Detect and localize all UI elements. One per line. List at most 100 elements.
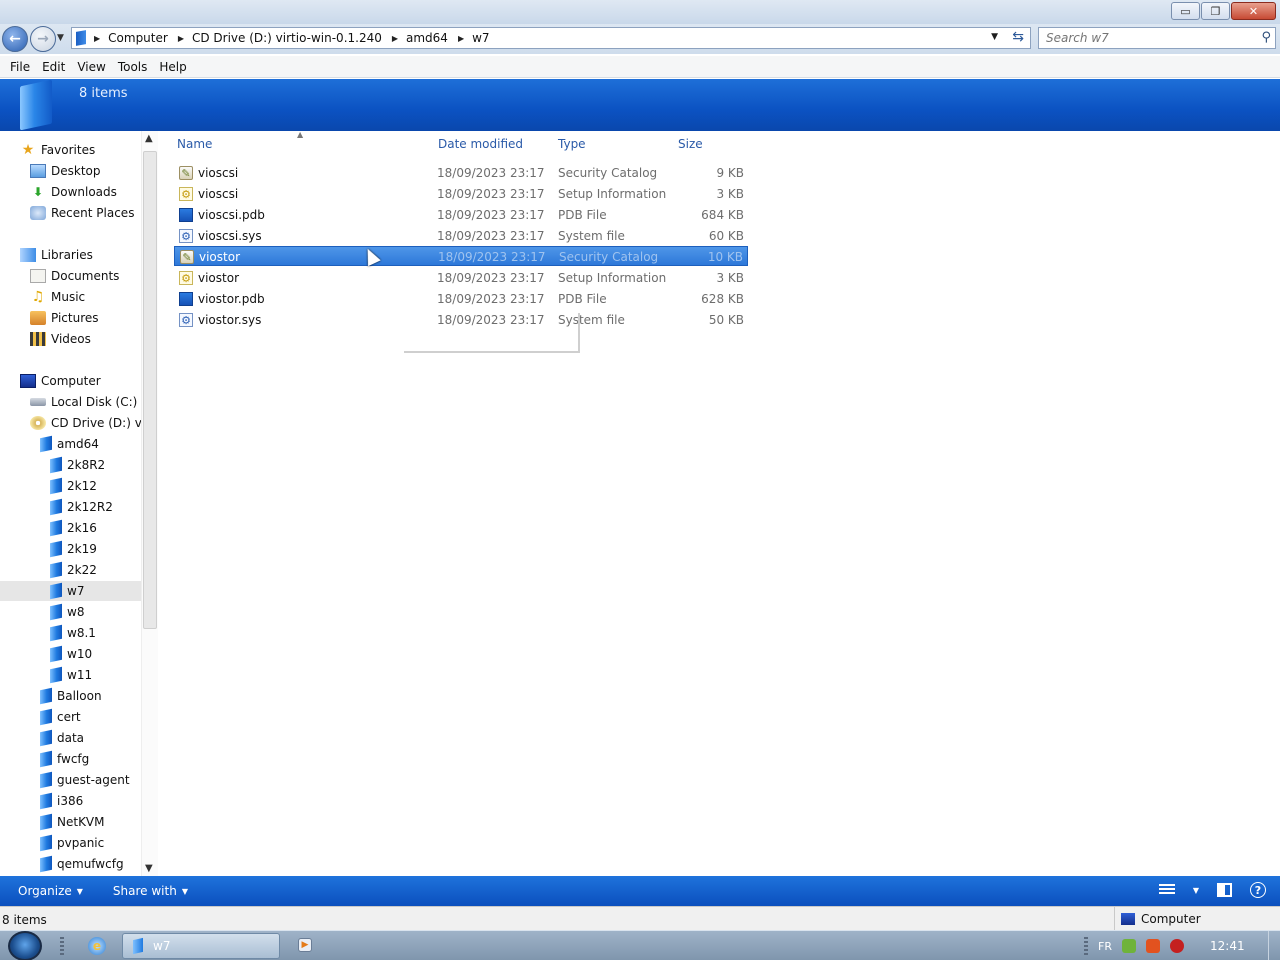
refresh-icon[interactable]: ⇆ <box>1012 29 1024 45</box>
nav-favorites[interactable]: ★ Favorites <box>20 140 96 160</box>
nav-folder-2k12r2[interactable]: 2k12R2 <box>50 497 113 517</box>
nav-desktop[interactable]: Desktop <box>30 161 101 181</box>
file-date: 18/09/2023 23:17 <box>437 229 545 243</box>
volume-icon[interactable] <box>1169 939 1184 953</box>
nav-folder-cert[interactable]: cert <box>40 707 81 727</box>
menu-help[interactable]: Help <box>153 60 192 74</box>
nav-folder-data[interactable]: data <box>40 728 84 748</box>
preview-pane-icon[interactable] <box>1217 883 1232 897</box>
catalog-icon: ✎ <box>179 166 193 180</box>
nav-folder-2k22[interactable]: 2k22 <box>50 560 97 580</box>
nav-folder-2k12[interactable]: 2k12 <box>50 476 97 496</box>
nav-label: Pictures <box>51 311 99 325</box>
nav-label: Libraries <box>41 248 93 262</box>
internet-explorer-icon[interactable]: e <box>88 937 106 955</box>
nav-folder-w8-1[interactable]: w8.1 <box>50 623 96 643</box>
clock[interactable]: 12:41 <box>1210 939 1245 953</box>
nav-folder-w8[interactable]: w8 <box>50 602 84 622</box>
nav-documents[interactable]: Documents <box>30 266 119 286</box>
scroll-up-icon[interactable]: ▲ <box>145 133 153 144</box>
breadcrumb-cd-drive[interactable]: CD Drive (D:) virtio-win-0.1.240 ▶ <box>192 31 406 45</box>
address-bar[interactable]: ▶ Computer ▶ CD Drive (D:) virtio-win-0.1… <box>71 27 1031 49</box>
search-input[interactable] <box>1039 28 1249 48</box>
minimize-button[interactable]: ▭ <box>1171 2 1200 20</box>
chevron-down-icon[interactable]: ▼ <box>1193 886 1199 895</box>
menu-view[interactable]: View <box>71 60 111 74</box>
nav-folder-amd64[interactable]: amd64 <box>40 434 99 454</box>
nav-folder-2k8r2[interactable]: 2k8R2 <box>50 455 105 475</box>
sys-icon: ⚙ <box>179 313 193 327</box>
address-dropdown-icon[interactable]: ▼ <box>991 32 998 42</box>
nav-label: NetKVM <box>57 815 105 829</box>
nav-computer[interactable]: Computer <box>20 371 101 391</box>
nav-folder-w11[interactable]: w11 <box>50 665 92 685</box>
action-center-icon[interactable] <box>1121 939 1136 953</box>
nav-cd-drive[interactable]: CD Drive (D:) virt <box>30 413 155 433</box>
show-desktop-button[interactable] <box>1268 931 1280 960</box>
search-box[interactable]: ⚲ <box>1038 27 1276 49</box>
network-icon[interactable] <box>1145 939 1160 953</box>
menu-file[interactable]: File <box>4 60 36 74</box>
file-row[interactable]: ⚙ vioscsi.sys 18/09/2023 23:17 System fi… <box>174 226 748 246</box>
maximize-button[interactable]: ❐ <box>1201 2 1230 20</box>
file-row-selected[interactable]: ✎ viostor 18/09/2023 23:17 Security Cata… <box>174 246 748 266</box>
start-button[interactable] <box>8 931 42 960</box>
nav-libraries[interactable]: Libraries <box>20 245 93 265</box>
scroll-down-icon[interactable]: ▼ <box>145 863 153 874</box>
back-button[interactable]: ← <box>2 26 28 52</box>
breadcrumb-amd64[interactable]: amd64 ▶ <box>406 31 472 45</box>
taskbar-window-w7[interactable]: w7 <box>122 933 280 959</box>
file-row[interactable]: viostor.pdb 18/09/2023 23:17 PDB File 62… <box>174 289 748 309</box>
command-bar: Organize ▼ Share with ▼ ▼ ? <box>0 876 1280 906</box>
folder-icon <box>50 582 62 600</box>
nav-local-disk[interactable]: Local Disk (C:) <box>30 392 137 412</box>
change-view-icon[interactable] <box>1158 884 1175 896</box>
nav-music[interactable]: ♫ Music <box>30 287 85 307</box>
share-label: Share with <box>112 884 177 898</box>
column-header-name[interactable]: Name <box>177 137 212 151</box>
file-row[interactable]: vioscsi.pdb 18/09/2023 23:17 PDB File 68… <box>174 205 748 225</box>
forward-button[interactable]: → <box>30 26 56 52</box>
nav-folder-netkvm[interactable]: NetKVM <box>40 812 105 832</box>
share-with-button[interactable]: Share with ▼ <box>113 884 188 898</box>
nav-folder-qemufwcfg[interactable]: qemufwcfg <box>40 854 124 874</box>
chevron-right-icon: ▶ <box>94 33 101 43</box>
file-row[interactable]: ⚙ viostor 18/09/2023 23:17 Setup Informa… <box>174 268 748 288</box>
nav-folder-guest-agent[interactable]: guest-agent <box>40 770 130 790</box>
breadcrumb-computer[interactable]: Computer ▶ <box>108 31 192 45</box>
nav-downloads[interactable]: ⬇ Downloads <box>30 182 117 202</box>
media-player-icon[interactable]: ▶ <box>298 938 312 952</box>
nav-recent-places[interactable]: Recent Places <box>30 203 134 223</box>
close-button[interactable]: ✕ <box>1231 2 1276 20</box>
file-size: 9 KB <box>716 166 744 180</box>
folder-icon <box>133 937 143 955</box>
menu-edit[interactable]: Edit <box>36 60 71 74</box>
column-header-size[interactable]: Size <box>678 137 703 151</box>
nav-scrollbar[interactable]: ▲ ▼ <box>141 131 158 876</box>
nav-folder-fwcfg[interactable]: fwcfg <box>40 749 89 769</box>
recent-pages-dropdown[interactable]: ▼ <box>57 33 64 43</box>
language-indicator[interactable]: FR <box>1098 940 1112 953</box>
column-header-type[interactable]: Type <box>558 137 586 151</box>
nav-folder-w7[interactable]: w7 <box>0 581 141 601</box>
pdb-icon <box>179 292 193 306</box>
column-header-date[interactable]: Date modified <box>438 137 523 151</box>
nav-pictures[interactable]: Pictures <box>30 308 99 328</box>
nav-folder-i386[interactable]: i386 <box>40 791 83 811</box>
nav-folder-balloon[interactable]: Balloon <box>40 686 102 706</box>
file-row[interactable]: ✎ vioscsi 18/09/2023 23:17 Security Cata… <box>174 163 748 183</box>
nav-folder-pvpanic[interactable]: pvpanic <box>40 833 104 853</box>
nav-folder-2k16[interactable]: 2k16 <box>50 518 97 538</box>
organize-button[interactable]: Organize ▼ <box>18 884 83 898</box>
breadcrumb-w7[interactable]: w7 <box>472 31 499 45</box>
search-icon[interactable]: ⚲ <box>1261 30 1271 45</box>
scrollbar-thumb[interactable] <box>143 151 157 629</box>
menu-tools[interactable]: Tools <box>112 60 154 74</box>
nav-videos[interactable]: Videos <box>30 329 91 349</box>
breadcrumb-root-separator[interactable]: ▶ <box>94 34 108 43</box>
file-row[interactable]: ⚙ vioscsi 18/09/2023 23:17 Setup Informa… <box>174 184 748 204</box>
nav-folder-w10[interactable]: w10 <box>50 644 92 664</box>
file-name: viostor.sys <box>198 313 262 327</box>
help-icon[interactable]: ? <box>1250 882 1266 898</box>
nav-folder-2k19[interactable]: 2k19 <box>50 539 97 559</box>
